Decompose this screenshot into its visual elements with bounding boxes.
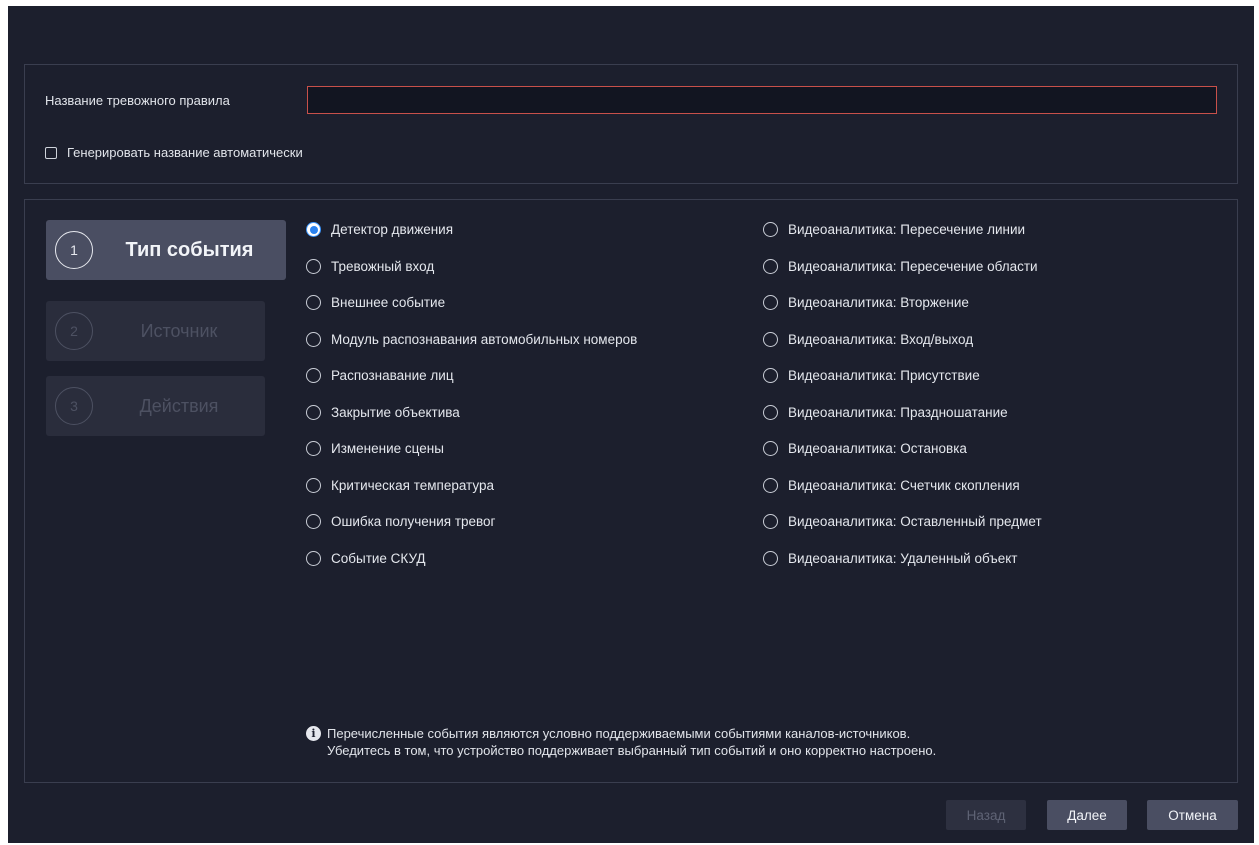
radio-button[interactable]	[763, 331, 778, 347]
event-option-label: Видеоаналитика: Счетчик скопления	[788, 477, 1020, 493]
event-option-label: Ошибка получения тревог	[331, 514, 496, 529]
event-option-label: Внешнее событие	[331, 295, 446, 310]
event-option-label: Видеоаналитика: Удаленный объект	[788, 550, 1018, 566]
event-list-left: Детектор движения Тревожный вход Внешнее…	[306, 222, 637, 587]
step-label: Действия	[139, 395, 219, 416]
radio-button[interactable]	[763, 258, 778, 274]
radio-button[interactable]	[306, 514, 321, 529]
event-option-label: Видеоаналитика: Пересечение линии	[788, 222, 1026, 237]
rule-name-input[interactable]	[307, 86, 1217, 114]
radio-button[interactable]	[763, 295, 778, 310]
event-option-label: Событие СКУД	[331, 550, 426, 566]
auto-name-label: Генерировать название автоматически	[67, 145, 303, 160]
event-option-label: Изменение сцены	[331, 441, 444, 456]
event-option[interactable]: Видеоаналитика: Праздношатание	[763, 404, 1042, 442]
radio-button[interactable]	[306, 295, 321, 310]
back-button[interactable]: Назад	[946, 800, 1026, 830]
event-option[interactable]: Видеоаналитика: Оставленный предмет	[763, 514, 1042, 551]
radio-button[interactable]	[763, 222, 778, 237]
event-option[interactable]: Модуль распознавания автомобильных номер…	[306, 331, 638, 369]
radio-button[interactable]	[306, 368, 321, 383]
radio-button[interactable]	[306, 404, 321, 420]
event-option-label: Видеоаналитика: Вход/выход	[788, 331, 974, 347]
event-option[interactable]: Видеоаналитика: Остановка	[763, 441, 1042, 478]
radio-button[interactable]	[763, 514, 778, 529]
radio-button[interactable]	[306, 441, 321, 456]
event-option[interactable]: Закрытие объектива	[306, 404, 637, 442]
event-option-label: Видеоаналитика: Пересечение области	[788, 258, 1038, 274]
radio-button[interactable]	[306, 331, 321, 347]
event-option-label: Распознавание лиц	[331, 368, 454, 383]
step-actions[interactable]: 3 Действия	[46, 376, 265, 436]
event-option-label: Видеоаналитика: Вторжение	[788, 295, 969, 310]
auto-name-checkbox-row[interactable]: Генерировать название автоматически	[45, 145, 303, 160]
event-option-label: Критическая температура	[331, 477, 495, 493]
event-option[interactable]: Критическая температура	[306, 477, 637, 515]
radio-button[interactable]	[763, 441, 778, 456]
event-option[interactable]: Видеоаналитика: Вторжение	[763, 295, 1042, 332]
event-option[interactable]: Видеоаналитика: Пересечение области	[763, 258, 1042, 296]
radio-button[interactable]	[763, 477, 778, 493]
info-note: i Перечисленные события являются условно…	[306, 725, 936, 759]
auto-name-checkbox[interactable]	[45, 146, 57, 159]
event-option[interactable]: Изменение сцены	[306, 441, 637, 478]
radio-button[interactable]	[306, 477, 321, 493]
rule-name-panel: Название тревожного правила Генерировать…	[24, 64, 1238, 184]
event-option[interactable]: Видеоаналитика: Вход/выход	[763, 331, 1042, 369]
event-option-label: Видеоаналитика: Остановка	[788, 441, 967, 456]
info-line-2: Убедитесь в том, что устройство поддержи…	[327, 743, 937, 758]
next-button[interactable]: Далее	[1047, 800, 1127, 830]
cancel-button[interactable]: Отмена	[1147, 800, 1238, 830]
event-type-panel: 1 Тип события 2 Источник 3 Действия Дете…	[24, 199, 1238, 783]
event-option-label: Видеоаналитика: Присутствие	[788, 368, 980, 383]
info-icon: i	[306, 726, 321, 741]
alarm-rule-wizard-window: Название тревожного правила Генерировать…	[8, 6, 1254, 843]
step-label: Тип события	[125, 238, 254, 261]
radio-button[interactable]	[306, 258, 321, 274]
event-option-label: Закрытие объектива	[331, 404, 460, 420]
event-option[interactable]: Ошибка получения тревог	[306, 514, 637, 551]
event-option-label: Видеоаналитика: Праздношатание	[788, 404, 1008, 420]
event-option[interactable]: Видеоаналитика: Присутствие	[763, 368, 1042, 405]
rule-name-label: Название тревожного правила	[45, 93, 230, 108]
step-number: 1	[55, 231, 93, 269]
radio-button[interactable]	[763, 404, 778, 420]
step-number: 3	[55, 387, 93, 425]
radio-button[interactable]	[763, 550, 778, 566]
event-option-label: Детектор движения	[331, 222, 454, 237]
step-number: 2	[55, 312, 93, 350]
info-line-1: Перечисленные события являются условно п…	[327, 726, 911, 741]
event-list-right: Видеоаналитика: Пересечение линии Видеоа…	[763, 222, 1042, 587]
event-option[interactable]: Тревожный вход	[306, 258, 637, 296]
step-event-type[interactable]: 1 Тип события	[46, 220, 286, 280]
event-option[interactable]: Видеоаналитика: Пересечение линии	[763, 222, 1042, 259]
step-source[interactable]: 2 Источник	[46, 301, 265, 361]
event-option[interactable]: Распознавание лиц	[306, 368, 637, 405]
event-option-label: Тревожный вход	[331, 258, 435, 274]
event-option[interactable]: Внешнее событие	[306, 295, 637, 332]
event-option-label: Видеоаналитика: Оставленный предмет	[788, 514, 1042, 529]
event-option[interactable]: Видеоаналитика: Счетчик скопления	[763, 477, 1042, 515]
event-option[interactable]: Видеоаналитика: Удаленный объект	[763, 550, 1042, 588]
radio-button[interactable]	[763, 368, 778, 383]
radio-button[interactable]	[306, 222, 321, 237]
event-option[interactable]: Детектор движения	[306, 222, 637, 259]
event-option-label: Модуль распознавания автомобильных номер…	[331, 331, 638, 347]
info-text: Перечисленные события являются условно п…	[327, 725, 936, 759]
event-option[interactable]: Событие СКУД	[306, 550, 637, 588]
radio-button[interactable]	[306, 550, 321, 566]
step-label: Источник	[140, 320, 218, 341]
